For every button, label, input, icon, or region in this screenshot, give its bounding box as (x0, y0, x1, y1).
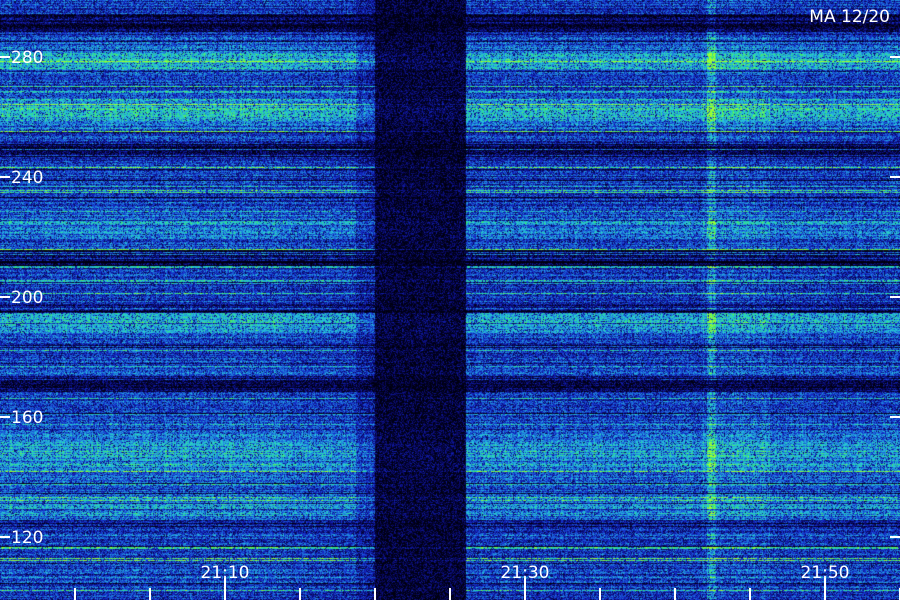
y-tick-label-240: 240 (11, 168, 43, 188)
y-tick-label-200: 200 (11, 288, 43, 308)
spectrogram-chart: MA 12/20 280 240 200 160 120 21:10 21:30 21:50 (0, 0, 900, 600)
x-tick-label-2130: 21:30 (501, 563, 550, 583)
chart-title: MA 12/20 (809, 7, 890, 27)
x-axis: 21:10 21:30 21:50 (74, 563, 900, 600)
y-tick-label-120: 120 (11, 528, 43, 548)
x-tick-label-2110: 21:10 (201, 563, 250, 583)
y-axis: 280 240 200 160 120 (0, 48, 900, 548)
chart-overlay: MA 12/20 280 240 200 160 120 21:10 21:30 21:50 (0, 7, 900, 600)
y-tick-label-160: 160 (11, 408, 43, 428)
y-tick-label-280: 280 (11, 48, 43, 68)
x-tick-label-2150: 21:50 (801, 563, 850, 583)
